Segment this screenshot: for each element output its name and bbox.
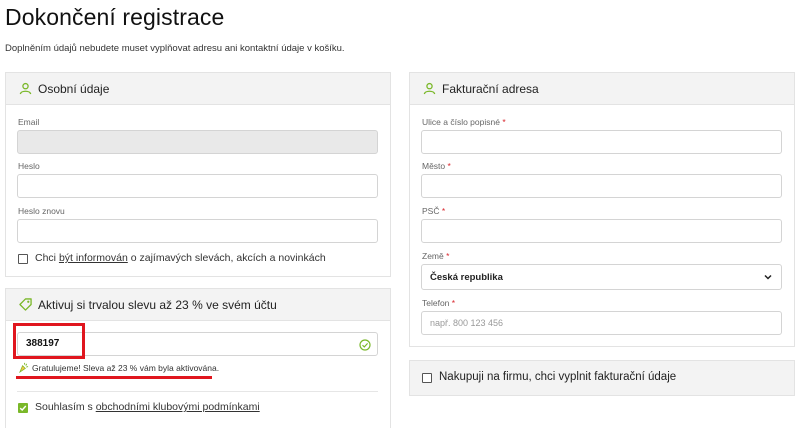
page-subtitle: Doplněním údajů nebudete muset vyplňovat… <box>5 43 345 54</box>
password-again-label: Heslo znovu <box>18 206 65 216</box>
confetti-icon <box>18 362 29 373</box>
terms-label[interactable]: Souhlasím s obchodními klubovými podmínk… <box>35 401 260 413</box>
zip-label: PSČ * <box>422 206 446 216</box>
page-title: Dokončení registrace <box>5 4 225 30</box>
newsletter-checkbox[interactable] <box>18 254 28 264</box>
zip-field[interactable] <box>421 219 782 243</box>
country-select[interactable]: Česká republika <box>421 264 782 290</box>
email-field[interactable] <box>17 130 378 154</box>
code-highlight-box <box>13 323 85 359</box>
terms-link[interactable]: obchodními klubovými podmínkami <box>96 401 260 413</box>
discount-header: Aktivuj si trvalou slevu až 23 % ve svém… <box>6 289 390 321</box>
company-label[interactable]: Nakupuji na firmu, chci vyplnit fakturač… <box>439 371 676 383</box>
street-field[interactable] <box>421 130 782 154</box>
email-label: Email <box>18 117 40 127</box>
user-icon <box>422 82 436 96</box>
phone-field[interactable]: např. 800 123 456 <box>421 311 782 335</box>
company-checkbox[interactable] <box>422 373 432 383</box>
billing-panel: Fakturační adresa <box>409 72 795 347</box>
password-label: Heslo <box>18 161 40 171</box>
billing-header: Fakturační adresa <box>410 73 794 105</box>
phone-label: Telefon * <box>422 298 456 308</box>
newsletter-link[interactable]: být informován <box>59 252 128 264</box>
check-circle-icon <box>359 338 371 351</box>
success-message: Gratulujeme! Sleva až 23 % vám byla akti… <box>18 362 219 373</box>
terms-checkbox[interactable] <box>18 403 28 413</box>
password-again-field[interactable] <box>17 219 378 243</box>
success-underline <box>16 376 212 379</box>
tag-icon <box>18 298 32 312</box>
city-field[interactable] <box>421 174 782 198</box>
personal-info-heading: Osobní údaje <box>38 81 110 96</box>
city-label: Město * <box>422 161 451 171</box>
newsletter-label[interactable]: Chci být informován o zajímavých slevách… <box>35 252 326 264</box>
billing-heading: Fakturační adresa <box>442 81 539 96</box>
user-icon <box>18 82 32 96</box>
discount-heading: Aktivuj si trvalou slevu až 23 % ve svém… <box>38 297 277 312</box>
password-field[interactable] <box>17 174 378 198</box>
discount-divider <box>17 391 378 392</box>
personal-info-header: Osobní údaje <box>6 73 390 105</box>
country-label: Země * <box>422 251 450 261</box>
street-label: Ulice a číslo popisné * <box>422 117 506 127</box>
chevron-down-icon <box>763 272 773 282</box>
